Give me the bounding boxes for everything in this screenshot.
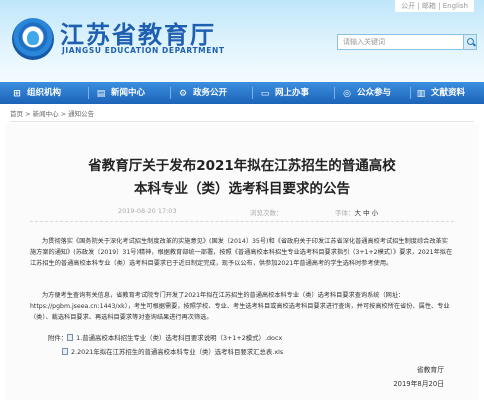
font-size-control: 字体：大 中 小 (335, 207, 378, 217)
breadcrumb[interactable]: 首页 > 新闻中心 > 通知公告 (10, 108, 94, 118)
article-paragraph-1: 为贯彻落实《国务院关于深化考试招生制度改革的实施意见》(国发〔2014〕35号)… (30, 238, 453, 267)
nav-label: 组织机构 (27, 88, 62, 98)
article-title-line2: 本科专业（类）选考科目要求的公告 (134, 181, 350, 197)
attachment-label: 附件： (48, 334, 68, 342)
doc-file-icon (67, 334, 74, 341)
book-icon: ▥ (416, 89, 426, 99)
search-icon[interactable] (463, 34, 477, 50)
site-header: 江苏省教育厅 JIANGSU EDUCATION DEPARTMENT 公开 |… (0, 0, 484, 82)
meta-divider (30, 221, 454, 223)
nav-label: 文献资料 (431, 88, 466, 98)
publish-date: 2019-08-20 17:03 (118, 207, 177, 215)
nav-item-news[interactable]: ▤ 新闻中心 (96, 82, 145, 104)
nav-divider (170, 87, 171, 99)
nav-divider (88, 87, 89, 99)
font-size-options[interactable]: 大 中 小 (355, 209, 379, 217)
attachment-item-1[interactable]: 附件： 1.普通高校本科招生专业（类）选考科目要求说明（3+1+2模式）.docx (48, 333, 282, 343)
site-subtitle: JIANGSU EDUCATION DEPARTMENT (62, 46, 225, 55)
attachment-item-2[interactable]: 2.2021年拟在江苏招生的普通高校本科专业（类）选考科目要求汇总表.xls (62, 347, 283, 357)
font-size-label: 字体： (335, 209, 355, 217)
nav-label: 新闻中心 (111, 88, 146, 98)
chat-icon: ◎ (343, 89, 351, 99)
computer-icon: ▭ (260, 89, 270, 99)
nav-item-docs[interactable]: ▥ 文献资料 (416, 82, 465, 104)
nav-divider (252, 87, 253, 99)
search-input[interactable]: 请输入关键词 (337, 34, 468, 50)
nav-divider (334, 87, 335, 99)
article-title-line1: 省教育厅关于发布2021年拟在江苏招生的普通高校 (88, 158, 396, 174)
site-title[interactable]: 江苏省教育厅 (60, 15, 216, 50)
view-count: 浏览次数： (250, 209, 283, 217)
nav-divider (410, 87, 411, 99)
nav-item-online[interactable]: ▭ 网上办事 (260, 82, 309, 104)
main-nav: ⊞ 组织机构 ▤ 新闻中心 ⚙ 政务公开 ▭ 网上办事 ◎ 公众参与 ▥ 文献资料 (0, 82, 484, 104)
nav-label: 网上办事 (275, 88, 310, 98)
top-links[interactable]: 公开 | 邮箱 | English (395, 0, 474, 12)
nav-label: 政务公开 (193, 88, 228, 98)
department-logo-icon[interactable] (12, 18, 54, 60)
article-paragraph-2: 为方便考生查询有关信息，省教育考试院专门开发了2021年拟在江苏招生的普通高校本… (30, 292, 450, 321)
xls-file-icon (62, 348, 68, 355)
article-meta: 2019-08-20 17:03 浏览次数： 字体：大 中 小 (80, 205, 420, 219)
nav-item-public[interactable]: ◎ 公众参与 (342, 82, 391, 104)
attachment-link[interactable]: 1.普通高校本科招生专业（类）选考科目要求说明（3+1+2模式）.docx (76, 334, 282, 342)
news-icon: ▤ (96, 89, 106, 99)
gov-icon: ⚙ (178, 89, 188, 99)
nav-item-gov[interactable]: ⚙ 政务公开 (178, 82, 227, 104)
breadcrumb-divider (10, 121, 474, 122)
signature-date: 2019年8月20日 (393, 380, 444, 388)
signature: 省教育厅 (416, 366, 444, 374)
attachment-link[interactable]: 2.2021年拟在江苏招生的普通高校本科专业（类）选考科目要求汇总表.xls (71, 348, 283, 356)
nav-label: 公众参与 (357, 88, 392, 98)
org-icon: ⊞ (13, 89, 21, 99)
nav-item-org[interactable]: ⊞ 组织机构 (12, 82, 61, 104)
